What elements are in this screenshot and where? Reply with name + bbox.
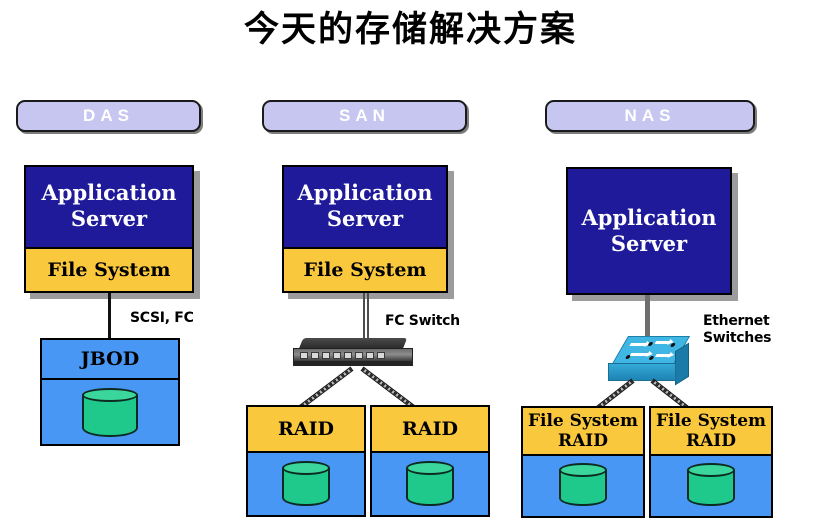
san-raid-2-disk-area: [372, 453, 488, 515]
nas-application-server-box: Application Server: [566, 167, 732, 295]
san-disk-cylinder-2: [406, 461, 454, 509]
nas-server-line1: Application: [581, 205, 717, 230]
nas-raid-1-label: File System RAID: [523, 408, 643, 456]
nas-connector-wire: [645, 295, 650, 341]
san-raid-1-title: RAID: [278, 418, 334, 440]
nas-raid-1-title-line2: RAID: [557, 431, 608, 451]
nas-server-label: Application Server: [568, 169, 730, 293]
nas-raid-1-disk-area: [523, 456, 643, 516]
das-jbod-title: JBOD: [80, 348, 140, 370]
san-raid-2-title: RAID: [402, 418, 458, 440]
das-disk-cylinder: [82, 388, 138, 440]
fc-switch-icon: [293, 338, 413, 368]
san-disk-cylinder-1: [282, 461, 330, 509]
nas-disk-cylinder-2: [687, 463, 735, 509]
das-link-label: SCSI, FC: [130, 310, 194, 326]
das-server-line1: Application: [41, 180, 177, 205]
nas-raid-2-label: File System RAID: [651, 408, 771, 456]
column-header-san: SAN: [262, 100, 467, 132]
das-jbod-label: JBOD: [42, 340, 178, 380]
san-raid-1-disk-area: [248, 453, 364, 515]
san-server-line1: Application: [297, 180, 433, 205]
diagram-canvas: 今天的存储解决方案 DAS Application Server File Sy…: [0, 0, 821, 520]
san-raid-2-label: RAID: [372, 407, 488, 453]
san-cable-left: [299, 366, 354, 410]
san-raid-1-label: RAID: [248, 407, 364, 453]
nas-link-label-line2: Switches: [703, 330, 772, 346]
nas-link-label: Ethernet Switches: [703, 313, 772, 347]
san-raid-box-1: RAID: [246, 405, 366, 517]
san-server-line2: Server: [326, 206, 404, 231]
column-header-das: DAS: [16, 100, 201, 132]
san-application-server-box: Application Server File System: [282, 165, 448, 293]
nas-filesystem-raid-box-1: File System RAID: [521, 406, 645, 518]
das-server-line2: Server: [70, 206, 148, 231]
das-application-server-box: Application Server File System: [24, 165, 194, 293]
nas-server-line2: Server: [610, 231, 688, 256]
san-file-system-band: File System: [282, 247, 448, 293]
san-cable-right: [360, 366, 415, 410]
nas-raid-1-title-line1: File System: [527, 411, 639, 431]
ethernet-switch-icon: [608, 336, 691, 386]
nas-disk-cylinder-1: [559, 463, 607, 509]
column-header-nas: NAS: [545, 100, 755, 132]
nas-raid-2-title-line2: RAID: [685, 431, 736, 451]
san-link-label: FC Switch: [385, 313, 460, 329]
nas-raid-2-disk-area: [651, 456, 771, 516]
san-raid-box-2: RAID: [370, 405, 490, 517]
das-file-system-band: File System: [24, 247, 194, 293]
nas-raid-2-title-line1: File System: [655, 411, 767, 431]
san-connector-wire: [363, 293, 369, 341]
das-connector-wire: [108, 293, 111, 339]
nas-link-label-line1: Ethernet: [703, 313, 770, 329]
das-jbod-disk-area: [42, 380, 178, 444]
nas-filesystem-raid-box-2: File System RAID: [649, 406, 773, 518]
das-jbod-box: JBOD: [40, 338, 180, 446]
page-title: 今天的存储解决方案: [243, 9, 577, 50]
